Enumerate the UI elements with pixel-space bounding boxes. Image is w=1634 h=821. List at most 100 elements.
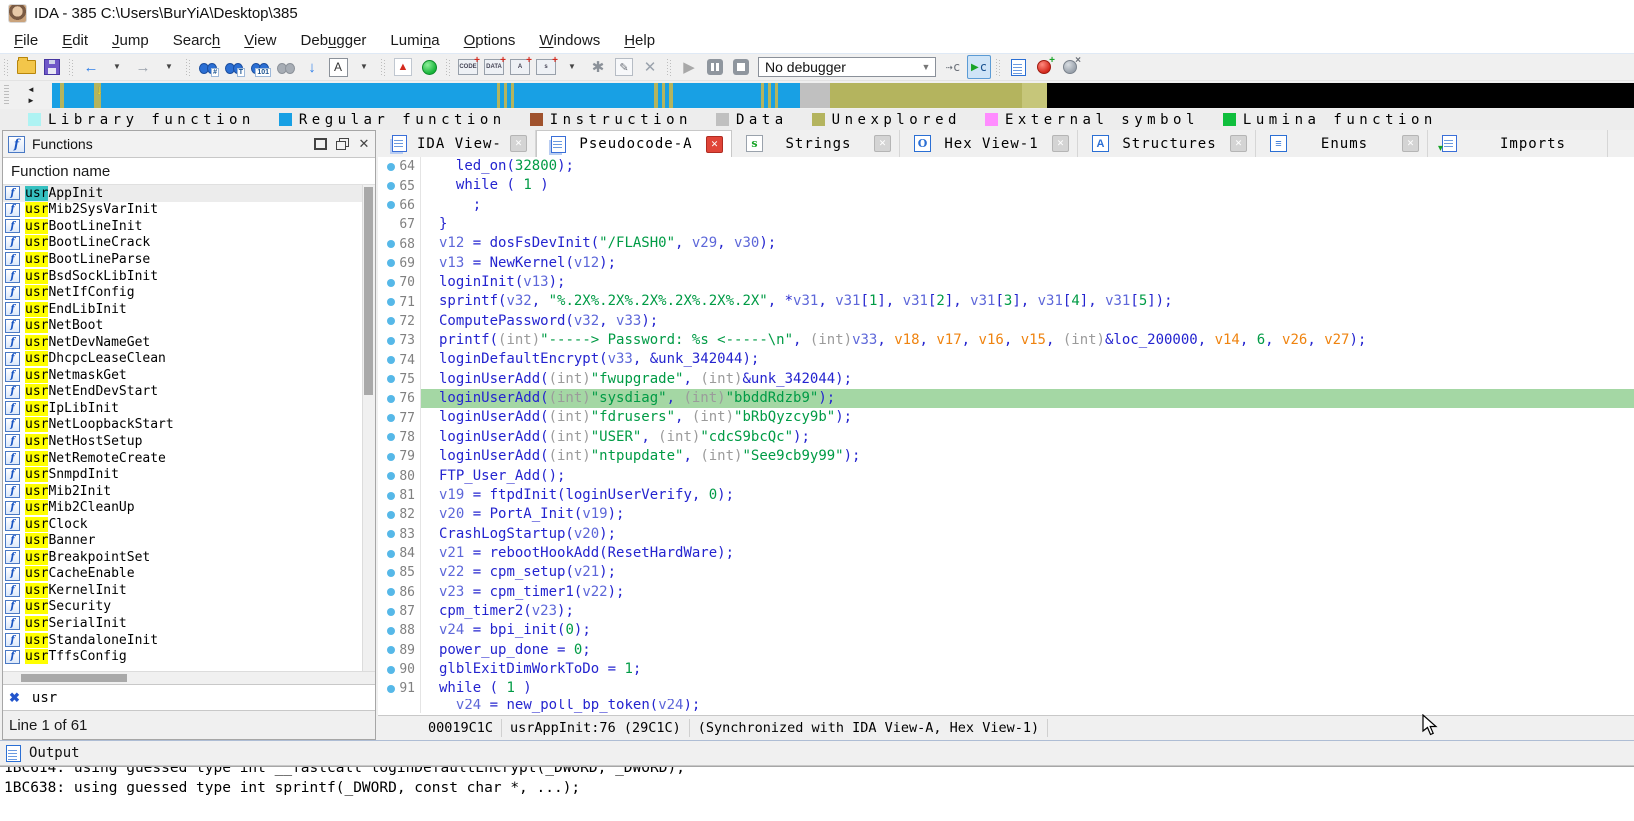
menu-windows[interactable]: Windows [529, 30, 610, 51]
function-name-column-header[interactable]: Function name [3, 158, 375, 185]
function-list-item[interactable]: fusrSnmpdInit [3, 466, 375, 483]
code-line-76[interactable]: 76loginUserAdd((int)"sysdiag", (int)"bbd… [378, 389, 1634, 408]
function-filter-field[interactable]: ✖ usr [3, 684, 375, 710]
tab-close-button[interactable]: ✕ [706, 136, 723, 153]
navband-right-arrow-icon[interactable]: ► [27, 96, 35, 106]
function-list-item[interactable]: fusrBreakpointSet [3, 549, 375, 566]
function-list-item[interactable]: fusrDhcpcLeaseClean [3, 350, 375, 367]
menu-view[interactable]: View [234, 30, 286, 51]
tab-enums[interactable]: ≡Enums✕ [1256, 130, 1428, 157]
continue-process-button[interactable]: ▶c [967, 55, 991, 79]
edit-function-button[interactable]: ✎ [612, 55, 636, 79]
function-list-item[interactable]: fusrCacheEnable [3, 566, 375, 583]
menu-help[interactable]: Help [614, 30, 665, 51]
toolbar-group-handle[interactable] [667, 58, 672, 76]
search-address-button[interactable]: # [196, 55, 220, 79]
toolbar-group-handle[interactable] [69, 58, 74, 76]
functions-vertical-scrollbar[interactable] [362, 185, 375, 671]
tab-close-button[interactable]: ✕ [510, 135, 527, 152]
debugger-windows-button[interactable] [1006, 55, 1030, 79]
tab-imports[interactable]: Imports [1428, 130, 1608, 157]
navband-scroll-arrows[interactable]: ◄► [22, 83, 40, 108]
code-line-69[interactable]: 69v13 = NewKernel(v12); [378, 254, 1634, 273]
tab-ida-view-a[interactable]: IDA View-A✕ [378, 130, 536, 157]
code-line-81[interactable]: 81v19 = ftpdInit(loginUserVerify, 0); [378, 486, 1634, 505]
tab-hex-view-1[interactable]: OHex View-1✕ [900, 130, 1078, 157]
rename-dropdown[interactable]: ▼ [352, 55, 376, 79]
toolbar-group-handle[interactable] [446, 58, 451, 76]
undefine-button[interactable]: ✕ [638, 55, 662, 79]
function-list-item[interactable]: fusrBootLineParse [3, 251, 375, 268]
function-list-item[interactable]: fusrNetLoopbackStart [3, 417, 375, 434]
function-list-item[interactable]: fusrTffsConfig [3, 648, 375, 665]
rename-button[interactable]: A [326, 55, 350, 79]
close-button[interactable]: ✕ [353, 135, 375, 153]
code-line-71[interactable]: 71sprintf(v32, "%.2X%.2X%.2X%.2X%.2X%.2X… [378, 292, 1634, 311]
tab-strings[interactable]: sStrings✕ [732, 130, 900, 157]
function-list-item[interactable]: fusrIpLibInit [3, 400, 375, 417]
start-process-button[interactable]: ▶ [677, 55, 701, 79]
add-breakpoint-button[interactable]: + [1032, 55, 1056, 79]
function-list-item[interactable]: fusrAppInit [3, 185, 375, 202]
function-list-item[interactable]: fusrNetHostSetup [3, 433, 375, 450]
code-line-82[interactable]: 82v20 = PortA_Init(v19); [378, 505, 1634, 524]
navigation-band[interactable] [52, 83, 1634, 108]
debugger-combobox[interactable]: No debugger▼ [758, 57, 936, 77]
stop-process-button[interactable] [729, 55, 753, 79]
code-line-77[interactable]: 77loginUserAdd((int)"fdrusers", (int)"bR… [378, 408, 1634, 427]
code-line-75[interactable]: 75loginUserAdd((int)"fwupgrade", (int)&u… [378, 370, 1634, 389]
maximize-button[interactable] [309, 135, 331, 153]
toolbar-group-handle[interactable] [381, 58, 386, 76]
code-line-91[interactable]: 91while ( 1 ) [378, 679, 1634, 698]
code-line-78[interactable]: 78loginUserAdd((int)"USER", (int)"cdcS9b… [378, 428, 1634, 447]
make-data-button[interactable]: DATA+ [482, 55, 506, 79]
function-list-item[interactable]: fusrBsdSockLibInit [3, 268, 375, 285]
function-list-item[interactable]: fusrBootLineInit [3, 218, 375, 235]
make-struct-dropdown[interactable]: ▼ [560, 55, 584, 79]
function-list-item[interactable]: fusrClock [3, 516, 375, 533]
function-list-item[interactable]: fusrSerialInit [3, 615, 375, 632]
float-button[interactable] [331, 135, 353, 153]
function-list-item[interactable]: fusrMib2CleanUp [3, 499, 375, 516]
code-line-89[interactable]: 89power_up_done = 0; [378, 641, 1634, 660]
search-binary-button[interactable]: 101 [248, 55, 272, 79]
code-line-90[interactable]: 90glblExitDimWorkToDo = 1; [378, 660, 1634, 679]
code-line-67[interactable]: 67} [378, 215, 1634, 234]
make-name-button[interactable]: A+ [508, 55, 532, 79]
menu-file[interactable]: File [4, 30, 48, 51]
open-file-button[interactable] [14, 55, 38, 79]
make-array-button[interactable]: ✱ [586, 55, 610, 79]
vscroll-thumb[interactable] [364, 187, 373, 395]
toolbar-group-handle[interactable] [996, 58, 1001, 76]
make-code-button[interactable]: CODE+ [456, 55, 480, 79]
code-line-80[interactable]: 80FTP_User_Add(); [378, 467, 1634, 486]
menu-edit[interactable]: Edit [52, 30, 98, 51]
search-text-button[interactable]: T [222, 55, 246, 79]
function-list-item[interactable]: fusrNetIfConfig [3, 284, 375, 301]
forward-history-dropdown[interactable]: ▼ [157, 55, 181, 79]
code-line-85[interactable]: 85v22 = cpm_setup(v21); [378, 563, 1634, 582]
function-list-item[interactable]: fusrNetRemoteCreate [3, 450, 375, 467]
tab-close-button[interactable]: ✕ [874, 135, 891, 152]
code-line-79[interactable]: 79loginUserAdd((int)"ntpupdate", (int)"S… [378, 447, 1634, 466]
menu-debugger[interactable]: Debugger [291, 30, 377, 51]
code-line-73[interactable]: 73printf((int)"-----> Password: %s <----… [378, 331, 1634, 350]
clear-filter-icon[interactable]: ✖ [9, 690, 20, 706]
function-list-item[interactable]: fusrBanner [3, 532, 375, 549]
function-list-item[interactable]: fusrBootLineCrack [3, 235, 375, 252]
function-list-item[interactable]: fusrMib2SysVarInit [3, 202, 375, 219]
navband-left-arrow-icon[interactable]: ◄ [27, 85, 35, 95]
code-line-86[interactable]: 86v23 = cpm_timer1(v22); [378, 583, 1634, 602]
function-list-item[interactable]: fusrKernelInit [3, 582, 375, 599]
tab-close-button[interactable]: ✕ [1230, 135, 1247, 152]
jump-address-button[interactable]: ↓ [300, 55, 324, 79]
pause-process-button[interactable] [703, 55, 727, 79]
attach-to-process-button[interactable]: ⇢c [941, 55, 965, 79]
code-line-70[interactable]: 70loginInit(v13); [378, 273, 1634, 292]
hscroll-thumb[interactable] [21, 674, 127, 682]
function-list-item[interactable]: fusrNetDevNameGet [3, 334, 375, 351]
problems-button[interactable]: ▲ [391, 55, 415, 79]
code-line-65[interactable]: 65while ( 1 ) [378, 176, 1634, 195]
functions-panel-titlebar[interactable]: f Functions ✕ [3, 131, 375, 158]
function-list-item[interactable]: fusrNetBoot [3, 317, 375, 334]
